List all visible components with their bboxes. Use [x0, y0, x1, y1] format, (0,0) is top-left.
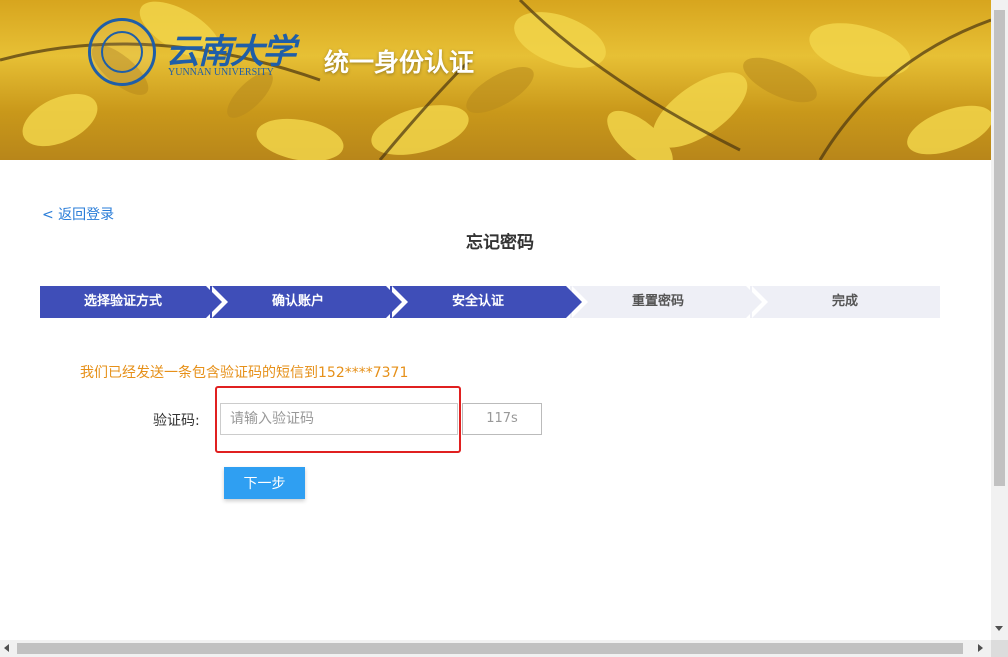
vertical-scrollbar-thumb[interactable]	[994, 10, 1005, 486]
progress-steps: 选择验证方式 确认账户 安全认证 重置密码 完成	[40, 286, 940, 318]
step-security-verification: 安全认证	[390, 286, 588, 318]
step-select-method: 选择验证方式	[40, 286, 228, 318]
scrollbar-corner	[991, 640, 1008, 657]
back-to-login-link[interactable]: < 返回登录	[42, 204, 114, 224]
step-label: 确认账户	[271, 294, 324, 309]
scroll-left-arrow-icon[interactable]	[4, 644, 9, 652]
horizontal-scrollbar-thumb[interactable]	[17, 643, 963, 654]
next-step-button[interactable]: 下一步	[224, 467, 305, 499]
page-title: 忘记密码	[466, 233, 534, 253]
horizontal-scrollbar[interactable]	[0, 640, 991, 657]
verification-code-input[interactable]	[220, 403, 458, 435]
step-label: 选择验证方式	[83, 294, 162, 309]
sms-sent-message: 我们已经发送一条包含验证码的短信到152****7371	[80, 365, 409, 381]
step-complete: 完成	[750, 286, 940, 318]
university-seal-icon	[88, 18, 156, 86]
step-label: 重置密码	[631, 294, 684, 309]
university-logo: 云南大学 YUNNAN UNIVERSITY	[88, 18, 296, 86]
step-label: 完成	[831, 294, 858, 309]
vertical-scrollbar[interactable]	[991, 0, 1008, 640]
scroll-down-arrow-icon[interactable]	[995, 626, 1003, 631]
banner-title: 统一身份认证	[324, 48, 475, 77]
page-viewport: 云南大学 YUNNAN UNIVERSITY 统一身份认证 < 返回登录 忘记密…	[0, 0, 991, 640]
resend-countdown-button[interactable]: 117s	[462, 403, 542, 435]
verification-code-label: 验证码:	[153, 413, 200, 429]
header-banner: 云南大学 YUNNAN UNIVERSITY 统一身份认证	[0, 0, 991, 160]
step-reset-password: 重置密码	[570, 286, 768, 318]
scroll-right-arrow-icon[interactable]	[978, 644, 983, 652]
university-name: 云南大学	[166, 32, 296, 72]
step-confirm-account: 确认账户	[210, 286, 408, 318]
university-name-en: YUNNAN UNIVERSITY	[168, 67, 274, 78]
step-label: 安全认证	[451, 294, 504, 309]
